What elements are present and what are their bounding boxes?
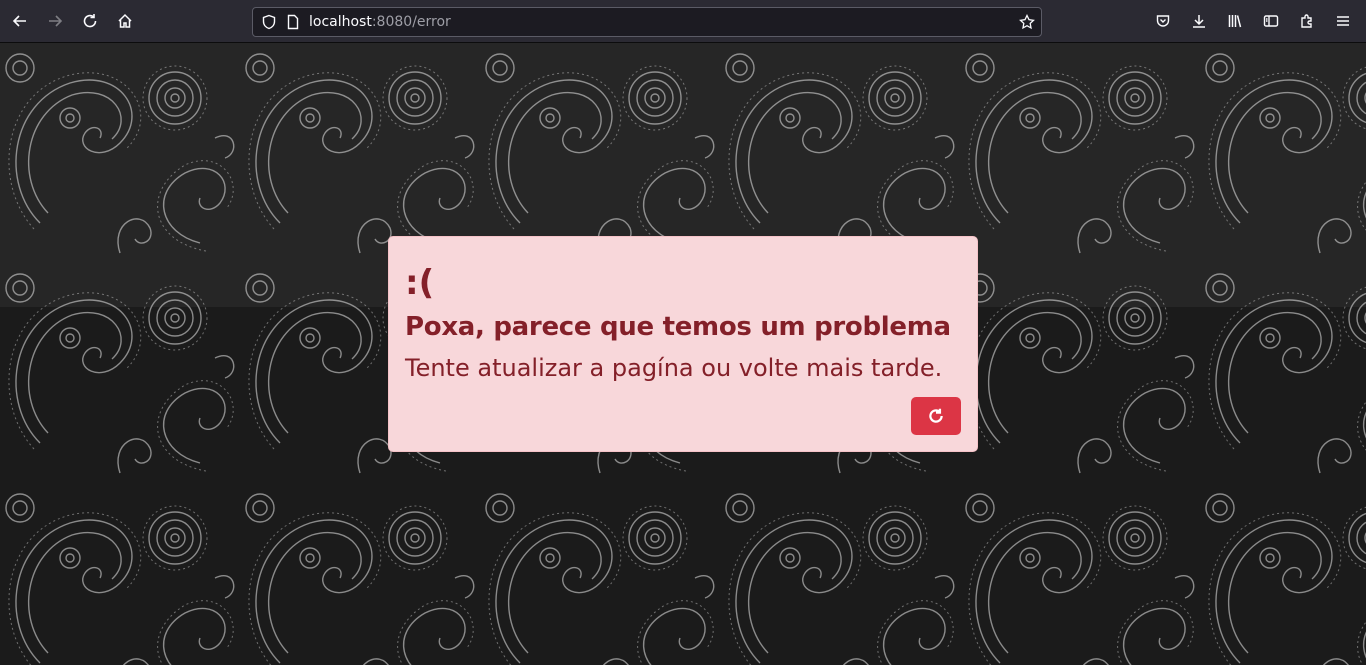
url-path: :8080/error — [371, 14, 451, 30]
sad-face: :( — [405, 263, 435, 303]
error-title: Poxa, parece que temos um problema — [405, 312, 951, 342]
url-bar[interactable]: localhost:8080/error — [252, 7, 1042, 37]
home-icon — [118, 13, 132, 28]
home-button[interactable] — [110, 6, 140, 36]
refresh-icon — [929, 408, 943, 423]
back-button[interactable] — [5, 6, 35, 36]
library-button[interactable] — [1220, 6, 1250, 36]
extensions-icon — [1301, 14, 1312, 28]
menu-icon — [1337, 16, 1349, 26]
sidebar-button[interactable] — [1256, 6, 1286, 36]
extensions-button[interactable] — [1292, 6, 1322, 36]
url-text[interactable]: localhost:8080/error — [309, 14, 451, 30]
url-host: localhost — [309, 14, 372, 30]
menu-button[interactable] — [1328, 6, 1358, 36]
forward-icon — [49, 15, 63, 27]
page-content: :( Poxa, parece que temos um problema Te… — [0, 43, 1366, 665]
toolbar-right — [1142, 6, 1358, 36]
back-icon — [12, 15, 26, 27]
star-icon[interactable] — [1019, 13, 1035, 30]
library-icon — [1228, 15, 1242, 28]
pocket-button[interactable] — [1148, 6, 1178, 36]
reload-button[interactable] — [75, 6, 105, 36]
sidebar-icon — [1263, 15, 1279, 27]
download-icon — [1193, 15, 1205, 28]
error-message: Tente atualizar a pagína ou volte mais t… — [405, 354, 943, 382]
pocket-icon — [1156, 15, 1170, 27]
page-icon[interactable] — [285, 14, 301, 30]
browser-toolbar: localhost:8080/error — [0, 0, 1366, 43]
forward-button[interactable] — [40, 6, 70, 36]
refresh-button[interactable] — [911, 397, 961, 435]
downloads-button[interactable] — [1184, 6, 1214, 36]
reload-icon — [83, 14, 97, 28]
shield-icon[interactable] — [261, 14, 277, 30]
error-alert: :( Poxa, parece que temos um problema Te… — [388, 236, 978, 452]
